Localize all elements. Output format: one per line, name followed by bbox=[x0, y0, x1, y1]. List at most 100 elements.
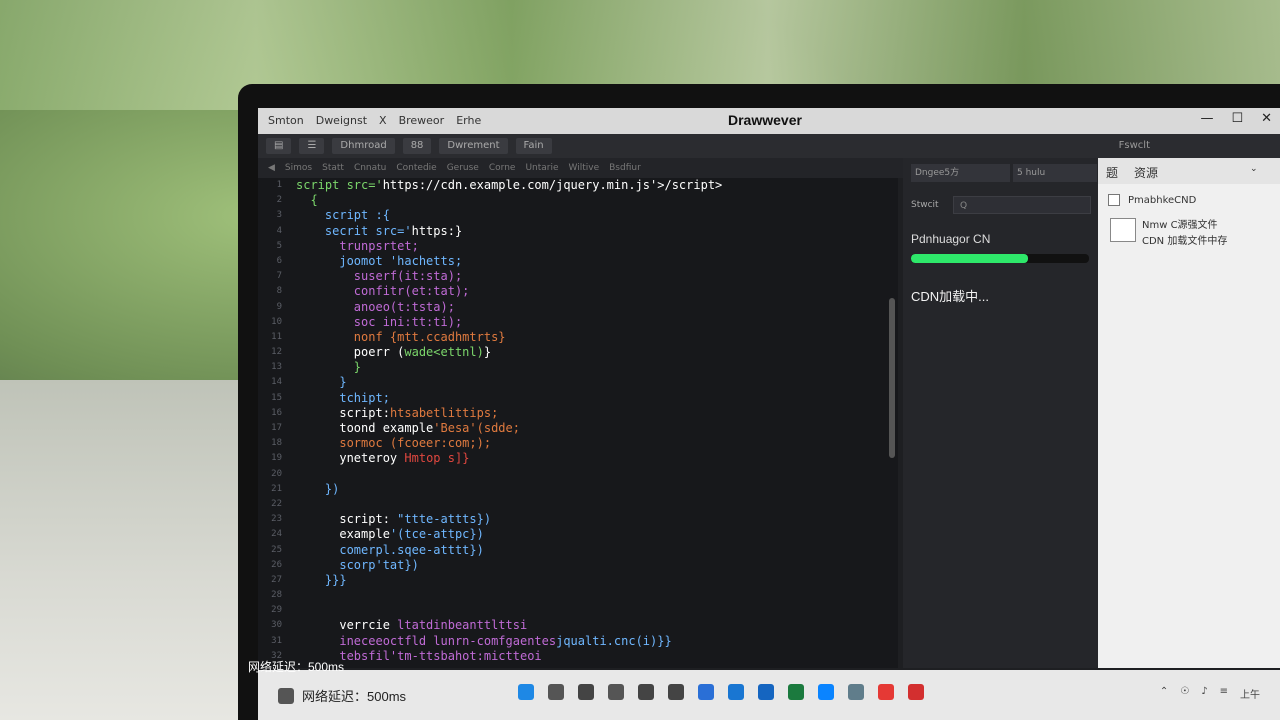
tray-network-icon[interactable]: ☉ bbox=[1180, 686, 1189, 701]
zoom-field[interactable]: 88 bbox=[402, 138, 432, 154]
line-number: 10 bbox=[271, 316, 282, 327]
line-number: 15 bbox=[271, 392, 282, 403]
tab-item[interactable]: Bsdfiur bbox=[609, 163, 641, 173]
code-token: https://cdn.example.com/jquery.min.js bbox=[382, 178, 651, 192]
line-number: 3 bbox=[276, 210, 282, 221]
toolbar-button[interactable]: Fain bbox=[515, 138, 552, 154]
settings-icon[interactable] bbox=[848, 684, 864, 700]
panel-dropdown[interactable]: 5 hulu bbox=[1013, 164, 1097, 182]
network-icon[interactable] bbox=[278, 687, 294, 704]
line-number: 9 bbox=[276, 301, 282, 312]
code-token: trunpsrtet; bbox=[339, 238, 419, 253]
maximize-icon[interactable]: ☐ bbox=[1231, 111, 1243, 126]
menu-item[interactable]: Dweignst bbox=[316, 114, 367, 127]
line-number: 19 bbox=[271, 453, 282, 464]
line-number: 31 bbox=[271, 635, 282, 646]
code-line: soc ini:tt:ti); bbox=[296, 315, 891, 330]
code-token: suserf(it:sta); bbox=[353, 269, 463, 284]
line-number: 14 bbox=[271, 377, 282, 388]
line-number: 28 bbox=[271, 590, 282, 601]
tray-chevron-icon[interactable]: ⌃ bbox=[1160, 686, 1168, 701]
code-area[interactable]: script src='https://cdn.example.com/jque… bbox=[296, 178, 891, 664]
code-line: ineceeoctfld lunrn-comfgaentesjqualti.cn… bbox=[296, 634, 891, 649]
line-number: 16 bbox=[271, 407, 282, 418]
taskview-icon[interactable] bbox=[548, 684, 564, 700]
search-input[interactable]: Q bbox=[953, 196, 1091, 214]
publish-button[interactable]: Fswclt bbox=[1119, 140, 1150, 151]
line-number: 23 bbox=[271, 514, 282, 525]
search-icon[interactable] bbox=[668, 684, 684, 700]
code-line: confitr(et:tat); bbox=[296, 284, 891, 299]
code-token: comerpl.sqee-atttt}) bbox=[339, 542, 484, 557]
toolbar-button[interactable]: ▤ bbox=[266, 138, 292, 154]
chat-icon[interactable] bbox=[728, 684, 744, 700]
menu-item[interactable]: Breweor bbox=[399, 114, 445, 127]
code-token: script src=' bbox=[296, 178, 383, 192]
line-number: 25 bbox=[271, 544, 282, 555]
code-token: confitr(et:tat); bbox=[353, 284, 470, 299]
back-icon[interactable]: ◀ bbox=[268, 163, 275, 173]
code-line: poerr (wade<ettnl)} bbox=[296, 345, 891, 360]
tab-item[interactable]: Wiltive bbox=[569, 163, 600, 173]
close-icon[interactable]: ✕ bbox=[1261, 111, 1272, 126]
asset-label: PmabhkeCND bbox=[1128, 195, 1197, 206]
code-editor[interactable]: 1 2 3 4 5 6 7 8 9 10 11 12 13 14 15 16 17 18 19 20 21 22 23 24 2… bbox=[258, 178, 898, 668]
progress-bar bbox=[911, 254, 1089, 263]
progress-label: Pdnhuagor CN bbox=[911, 232, 991, 246]
tab-item[interactable]: Statt bbox=[322, 163, 344, 173]
line-number: 26 bbox=[271, 559, 282, 570]
store-icon[interactable] bbox=[698, 684, 714, 700]
assets-tab[interactable]: 题 bbox=[1106, 164, 1118, 181]
panel-menu-icon[interactable]: ⌄ bbox=[1250, 164, 1258, 174]
taskbar-apps bbox=[518, 684, 924, 700]
tray-menu-icon[interactable]: ≡ bbox=[1220, 686, 1228, 701]
assets-title: 资源 bbox=[1134, 166, 1159, 180]
checkbox[interactable] bbox=[1108, 194, 1120, 206]
code-token: }) bbox=[324, 481, 340, 496]
tab-item[interactable]: Corne bbox=[489, 163, 516, 173]
home-icon[interactable] bbox=[638, 684, 654, 700]
files-icon[interactable] bbox=[608, 684, 624, 700]
minimize-icon[interactable]: — bbox=[1200, 111, 1213, 126]
code-line: example'(tce-attpc}) bbox=[296, 527, 891, 542]
tab-item[interactable]: Cnnatu bbox=[354, 163, 386, 173]
code-token: ltatdinbeanttlttsi bbox=[397, 618, 528, 633]
title-bar: Smton Dweignst X Breweor Erhe Drawwever … bbox=[258, 108, 1280, 134]
toolbar-button[interactable]: Dhmroad bbox=[332, 138, 395, 154]
tray-volume-icon[interactable]: ♪ bbox=[1201, 686, 1207, 701]
panel-dropdown[interactable]: Dngee5方 bbox=[911, 164, 1010, 182]
menu-item[interactable]: X bbox=[379, 114, 387, 127]
code-line: } bbox=[296, 375, 891, 390]
asset-item[interactable]: PmabhkeCND bbox=[1108, 194, 1196, 206]
code-token: tebsfil'tm-ttsbahot:mictteoi bbox=[339, 648, 542, 663]
photos-icon[interactable] bbox=[878, 684, 894, 700]
code-token: htsabetlittips; bbox=[389, 405, 499, 420]
tab-item[interactable]: Contedie bbox=[396, 163, 436, 173]
code-token: wade<ettnl) bbox=[404, 345, 484, 360]
asset-item[interactable]: Nmw C源强文件 bbox=[1142, 216, 1218, 231]
asset-item[interactable]: CDN 加载文件中存 bbox=[1142, 232, 1227, 247]
code-token: "ttte-attts}) bbox=[397, 512, 492, 527]
menu-item[interactable]: Erhe bbox=[456, 114, 481, 127]
app-title: Drawwever bbox=[728, 112, 802, 128]
toolbar-button[interactable]: ☰ bbox=[299, 138, 325, 154]
pdf-icon[interactable] bbox=[908, 684, 924, 700]
tab-item[interactable]: Geruse bbox=[447, 163, 479, 173]
assets-panel: 题 资源 ⌄ PmabhkeCND Nmw C源强文件 CDN 加载文件中存 bbox=[1098, 158, 1280, 668]
tab-item[interactable]: Simos bbox=[285, 163, 312, 173]
windows-start-icon[interactable] bbox=[518, 684, 534, 700]
clock[interactable]: 上午 bbox=[1240, 686, 1260, 701]
menu-item[interactable]: Smton bbox=[268, 114, 304, 127]
excel-icon[interactable] bbox=[788, 684, 804, 700]
tab-item[interactable]: Untarie bbox=[525, 163, 558, 173]
line-number: 8 bbox=[276, 286, 282, 297]
editor-scrollbar[interactable] bbox=[889, 298, 895, 458]
toolbar-button[interactable]: Dwrement bbox=[439, 138, 508, 154]
code-icon[interactable] bbox=[758, 684, 774, 700]
code-token: } bbox=[483, 345, 492, 360]
gallery-icon[interactable] bbox=[578, 684, 594, 700]
code-token: scorp'tat}) bbox=[339, 557, 419, 572]
edge-icon[interactable] bbox=[818, 684, 834, 700]
